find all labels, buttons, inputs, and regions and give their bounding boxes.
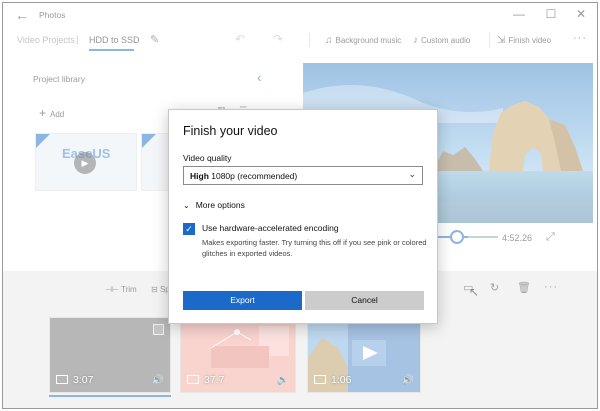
photos-app-window: ← Photos — ☐ ✕ Video Projects | HDD to S… — [2, 2, 598, 409]
video-quality-dropdown[interactable]: High 1080p (recommended) ⌄ — [183, 166, 423, 185]
more-options-toggle[interactable]: ⌄ More options — [183, 200, 245, 210]
quality-level: High — [190, 171, 209, 181]
dialog-title: Finish your video — [183, 124, 278, 138]
quality-resolution: 1080p (recommended) — [208, 171, 298, 181]
finish-video-dialog: Finish your video Video quality High 108… — [168, 109, 438, 324]
video-quality-label: Video quality — [183, 153, 232, 163]
hardware-encoding-checkbox[interactable]: ✓ — [183, 223, 195, 235]
video-quality-value: High 1080p (recommended) — [190, 171, 297, 181]
hardware-encoding-description: Makes exporting faster. Try turning this… — [202, 238, 427, 258]
cancel-button[interactable]: Cancel — [305, 291, 424, 310]
chevron-expand-icon: ⌄ — [183, 201, 190, 210]
export-button[interactable]: Export — [183, 291, 302, 310]
chevron-down-icon: ⌄ — [408, 169, 416, 179]
more-options-label: More options — [195, 200, 245, 210]
hardware-encoding-label[interactable]: Use hardware-accelerated encoding — [202, 223, 339, 233]
